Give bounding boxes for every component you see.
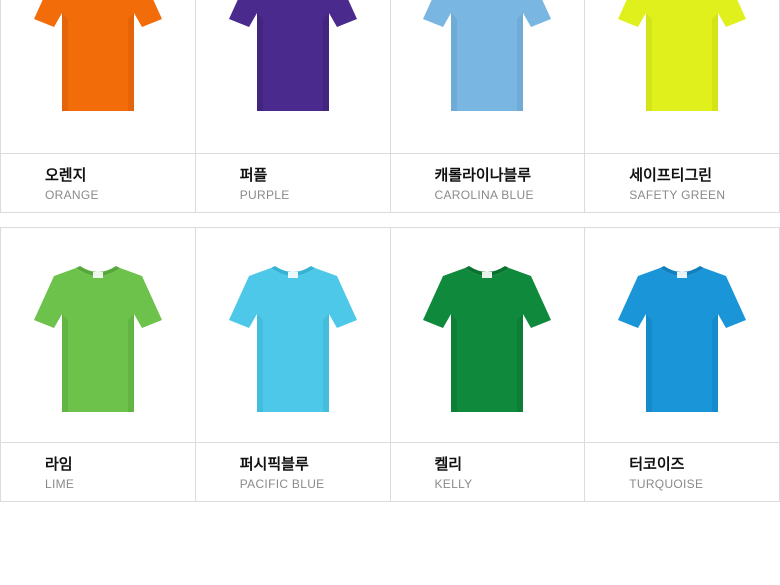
color-name-english: CAROLINA BLUE (434, 188, 534, 202)
color-card-kelly[interactable]: 켈리 KELLY (390, 228, 586, 501)
color-name-korean: 퍼플 (239, 166, 268, 184)
color-name-english: LIME (45, 477, 75, 491)
color-name-english: KELLY (434, 477, 473, 491)
color-name-english: PURPLE (239, 188, 290, 202)
product-image (390, 228, 585, 443)
color-name-korean: 켈리 (434, 455, 463, 473)
color-caption: 캐롤라이나블루 CAROLINA BLUE (391, 154, 585, 212)
tshirt-icon (616, 264, 748, 414)
color-card-carolina-blue[interactable]: 캐롤라이나블루 CAROLINA BLUE (390, 0, 586, 212)
tshirt-icon (227, 0, 359, 113)
product-image (1, 228, 195, 443)
color-caption: 터코이즈 TURQUOISE (585, 443, 779, 501)
color-name-english: TURQUOISE (629, 477, 704, 491)
color-caption: 퍼시픽블루 PACIFIC BLUE (196, 443, 390, 501)
product-color-row-2: 라임 LIME 퍼시픽블루 PACIFIC BLUE 켈리 KELLY 터코이즈… (0, 227, 780, 502)
product-color-row-1: 오렌지 ORANGE 퍼플 PURPLE 캐롤라이나블루 CAROLINA BL… (0, 0, 780, 213)
color-card-purple[interactable]: 퍼플 PURPLE (195, 0, 391, 212)
color-name-korean: 세이프티그린 (629, 166, 713, 184)
color-name-korean: 터코이즈 (629, 455, 685, 473)
color-caption: 퍼플 PURPLE (196, 154, 390, 212)
color-card-safety-green[interactable]: 세이프티그린 SAFETY GREEN (585, 0, 780, 212)
color-card-pacific-blue[interactable]: 퍼시픽블루 PACIFIC BLUE (195, 228, 391, 501)
color-name-korean: 라임 (45, 455, 73, 473)
tshirt-icon (32, 0, 164, 113)
tshirt-icon (616, 0, 748, 113)
color-name-korean: 캐롤라이나블루 (434, 166, 532, 184)
color-caption: 세이프티그린 SAFETY GREEN (585, 154, 779, 212)
color-caption: 라임 LIME (1, 443, 195, 501)
color-name-korean: 오렌지 (45, 166, 87, 184)
color-name-english: ORANGE (45, 188, 99, 202)
tshirt-icon (32, 264, 164, 414)
tshirt-icon (421, 0, 553, 113)
product-image (390, 0, 585, 154)
color-caption: 오렌지 ORANGE (1, 154, 195, 212)
color-name-english: SAFETY GREEN (629, 188, 726, 202)
product-image (585, 228, 779, 443)
color-card-lime[interactable]: 라임 LIME (1, 228, 196, 501)
product-image (1, 0, 195, 154)
color-name-korean: 퍼시픽블루 (239, 455, 309, 473)
color-caption: 켈리 KELLY (391, 443, 585, 501)
color-card-orange[interactable]: 오렌지 ORANGE (1, 0, 196, 212)
product-image (585, 0, 779, 154)
tshirt-icon (421, 264, 553, 414)
color-card-turquoise[interactable]: 터코이즈 TURQUOISE (585, 228, 780, 501)
tshirt-icon (227, 264, 359, 414)
product-image (195, 0, 390, 154)
color-name-english: PACIFIC BLUE (239, 477, 325, 491)
product-image (195, 228, 390, 443)
